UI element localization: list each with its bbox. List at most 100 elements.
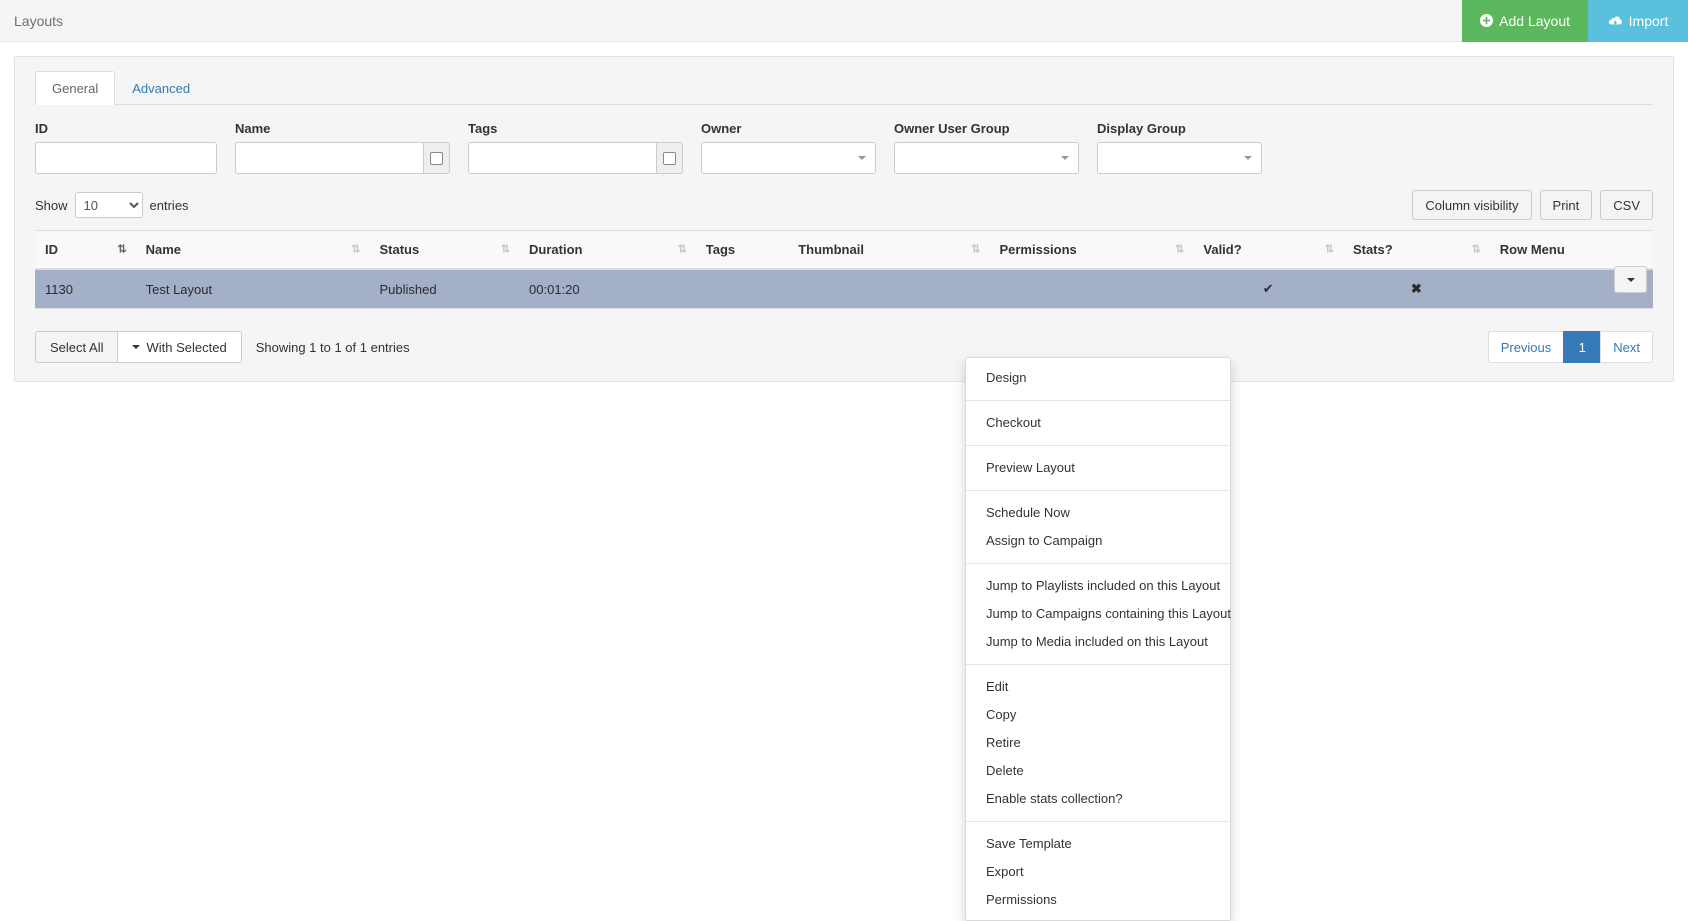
print-button[interactable]: Print [1539, 190, 1593, 220]
col-header-id[interactable]: ID ⇅ [35, 230, 136, 270]
cell-duration: 00:01:20 [519, 269, 696, 309]
menu-item-jump-to-playlists[interactable]: Jump to Playlists included on this Layou… [966, 572, 1230, 600]
col-header-tags[interactable]: Tags [695, 230, 789, 270]
menu-item-export[interactable]: Export [966, 858, 1230, 886]
cell-status: Published [369, 269, 520, 309]
menu-divider [966, 821, 1230, 822]
table-row[interactable]: 1130 Test Layout Published 00:01:20 ✔ ✖ [35, 266, 1653, 309]
pagination-previous[interactable]: Previous [1487, 331, 1565, 363]
cell-valid-check-icon: ✔ [1193, 269, 1343, 309]
col-label-duration: Duration [529, 242, 583, 257]
chevron-down-icon [1061, 156, 1069, 160]
filter-field-display-group: Display Group [1097, 121, 1262, 174]
menu-item-delete[interactable]: Delete [966, 757, 1230, 785]
menu-item-jump-to-media[interactable]: Jump to Media included on this Layout [966, 628, 1230, 656]
select-all-button[interactable]: Select All [35, 331, 119, 363]
import-button[interactable]: Import [1588, 0, 1688, 42]
menu-item-jump-to-campaigns[interactable]: Jump to Campaigns containing this Layout [966, 600, 1231, 628]
datatable-export-buttons: Column visibility Print CSV [1412, 190, 1653, 220]
cell-stats-cross-icon: ✖ [1342, 269, 1490, 309]
menu-item-assign-to-campaign[interactable]: Assign to Campaign [966, 527, 1230, 555]
name-input[interactable] [235, 142, 424, 174]
col-label-stats: Stats? [1352, 242, 1393, 257]
cell-tags [695, 269, 789, 309]
display-group-select[interactable] [1097, 142, 1262, 174]
tab-general[interactable]: General [35, 71, 116, 105]
caret-down-icon [1626, 277, 1635, 282]
col-label-id: ID [45, 242, 58, 257]
page-title: Layouts [14, 12, 64, 29]
layouts-table: ID ⇅ Name ⇅ Status ⇅ Duration ⇅ Tags Thu… [35, 230, 1653, 309]
bulk-action-group: Select All With Selected [35, 331, 242, 363]
menu-item-save-template[interactable]: Save Template [966, 830, 1230, 858]
top-bar-actions: Add Layout Import [1462, 0, 1688, 42]
owner-label: Owner [701, 121, 742, 136]
display-group-label: Display Group [1097, 121, 1186, 136]
filter-tabs: General Advanced [35, 71, 1653, 105]
col-label-status: Status [379, 242, 420, 257]
sort-icon: ⇅ [500, 243, 510, 255]
menu-item-checkout[interactable]: Checkout [966, 409, 1230, 437]
tab-advanced[interactable]: Advanced [115, 71, 207, 105]
col-header-stats[interactable]: Stats? ⇅ [1342, 230, 1490, 270]
col-header-status[interactable]: Status ⇅ [369, 230, 520, 270]
filter-form: ID Name Tags Owner Owner User Group Disp… [35, 121, 1653, 174]
pagination: Previous 1 Next [1487, 331, 1653, 363]
sort-icon: ⇅ [1175, 243, 1184, 255]
tags-input[interactable] [468, 142, 657, 174]
layouts-panel: General Advanced ID Name Tags Owner Owne… [14, 56, 1674, 382]
entries-length-control: Show 10 entries [35, 192, 189, 218]
menu-divider [966, 490, 1230, 491]
sort-icon: ⇅ [1471, 243, 1481, 255]
tags-exact-checkbox[interactable] [656, 142, 683, 174]
caret-down-icon [132, 345, 141, 349]
owner-user-group-label: Owner User Group [894, 121, 1010, 136]
col-label-tags: Tags [705, 242, 736, 257]
col-label-permissions: Permissions [999, 242, 1077, 257]
col-label-name: Name [145, 242, 182, 257]
show-label: Show [35, 197, 68, 213]
owner-select[interactable] [701, 142, 876, 174]
col-header-name[interactable]: Name ⇅ [135, 230, 370, 270]
sort-icon: ⇅ [351, 243, 360, 255]
with-selected-button[interactable]: With Selected [118, 331, 242, 363]
menu-item-permissions[interactable]: Permissions [966, 886, 1230, 914]
menu-item-enable-stats-collection[interactable]: Enable stats collection? [966, 785, 1230, 813]
col-header-permissions[interactable]: Permissions ⇅ [989, 230, 1194, 270]
menu-item-schedule-now[interactable]: Schedule Now [966, 499, 1230, 527]
menu-divider [966, 563, 1230, 564]
id-input[interactable] [35, 142, 217, 174]
col-header-duration[interactable]: Duration ⇅ [519, 230, 696, 270]
owner-user-group-select[interactable] [894, 142, 1079, 174]
menu-divider [966, 664, 1230, 665]
menu-divider [966, 400, 1230, 401]
filter-field-name: Name [235, 121, 450, 174]
filter-field-tags: Tags [468, 121, 683, 174]
sort-icon: ⇅ [1324, 243, 1334, 255]
menu-item-copy[interactable]: Copy [966, 701, 1230, 729]
row-menu-button[interactable] [1614, 266, 1647, 293]
table-head: ID ⇅ Name ⇅ Status ⇅ Duration ⇅ Tags Thu… [35, 230, 1653, 270]
col-header-thumbnail[interactable]: Thumbnail ⇅ [788, 230, 990, 270]
chevron-down-icon [858, 156, 866, 160]
menu-item-edit[interactable]: Edit [966, 673, 1230, 701]
menu-item-retire[interactable]: Retire [966, 729, 1230, 757]
col-header-row-menu: Row Menu [1489, 230, 1653, 270]
id-label: ID [35, 121, 48, 136]
menu-item-design[interactable]: Design [966, 364, 1230, 392]
col-label-thumbnail: Thumbnail [798, 242, 864, 257]
pagination-page-1[interactable]: 1 [1563, 331, 1602, 363]
csv-button[interactable]: CSV [1600, 190, 1653, 220]
page-body: General Advanced ID Name Tags Owner Owne… [0, 42, 1688, 396]
col-header-valid[interactable]: Valid? ⇅ [1193, 230, 1343, 270]
menu-item-preview-layout[interactable]: Preview Layout [966, 454, 1230, 482]
filter-field-owner: Owner [701, 121, 876, 174]
name-label: Name [235, 121, 271, 136]
column-visibility-button[interactable]: Column visibility [1412, 190, 1532, 220]
entries-select[interactable]: 10 [74, 192, 143, 218]
name-exact-checkbox[interactable] [423, 142, 450, 174]
add-layout-button[interactable]: Add Layout [1462, 0, 1588, 42]
with-selected-label: With Selected [146, 339, 227, 355]
pagination-next[interactable]: Next [1600, 331, 1653, 363]
sort-icon: ⇅ [971, 243, 980, 255]
